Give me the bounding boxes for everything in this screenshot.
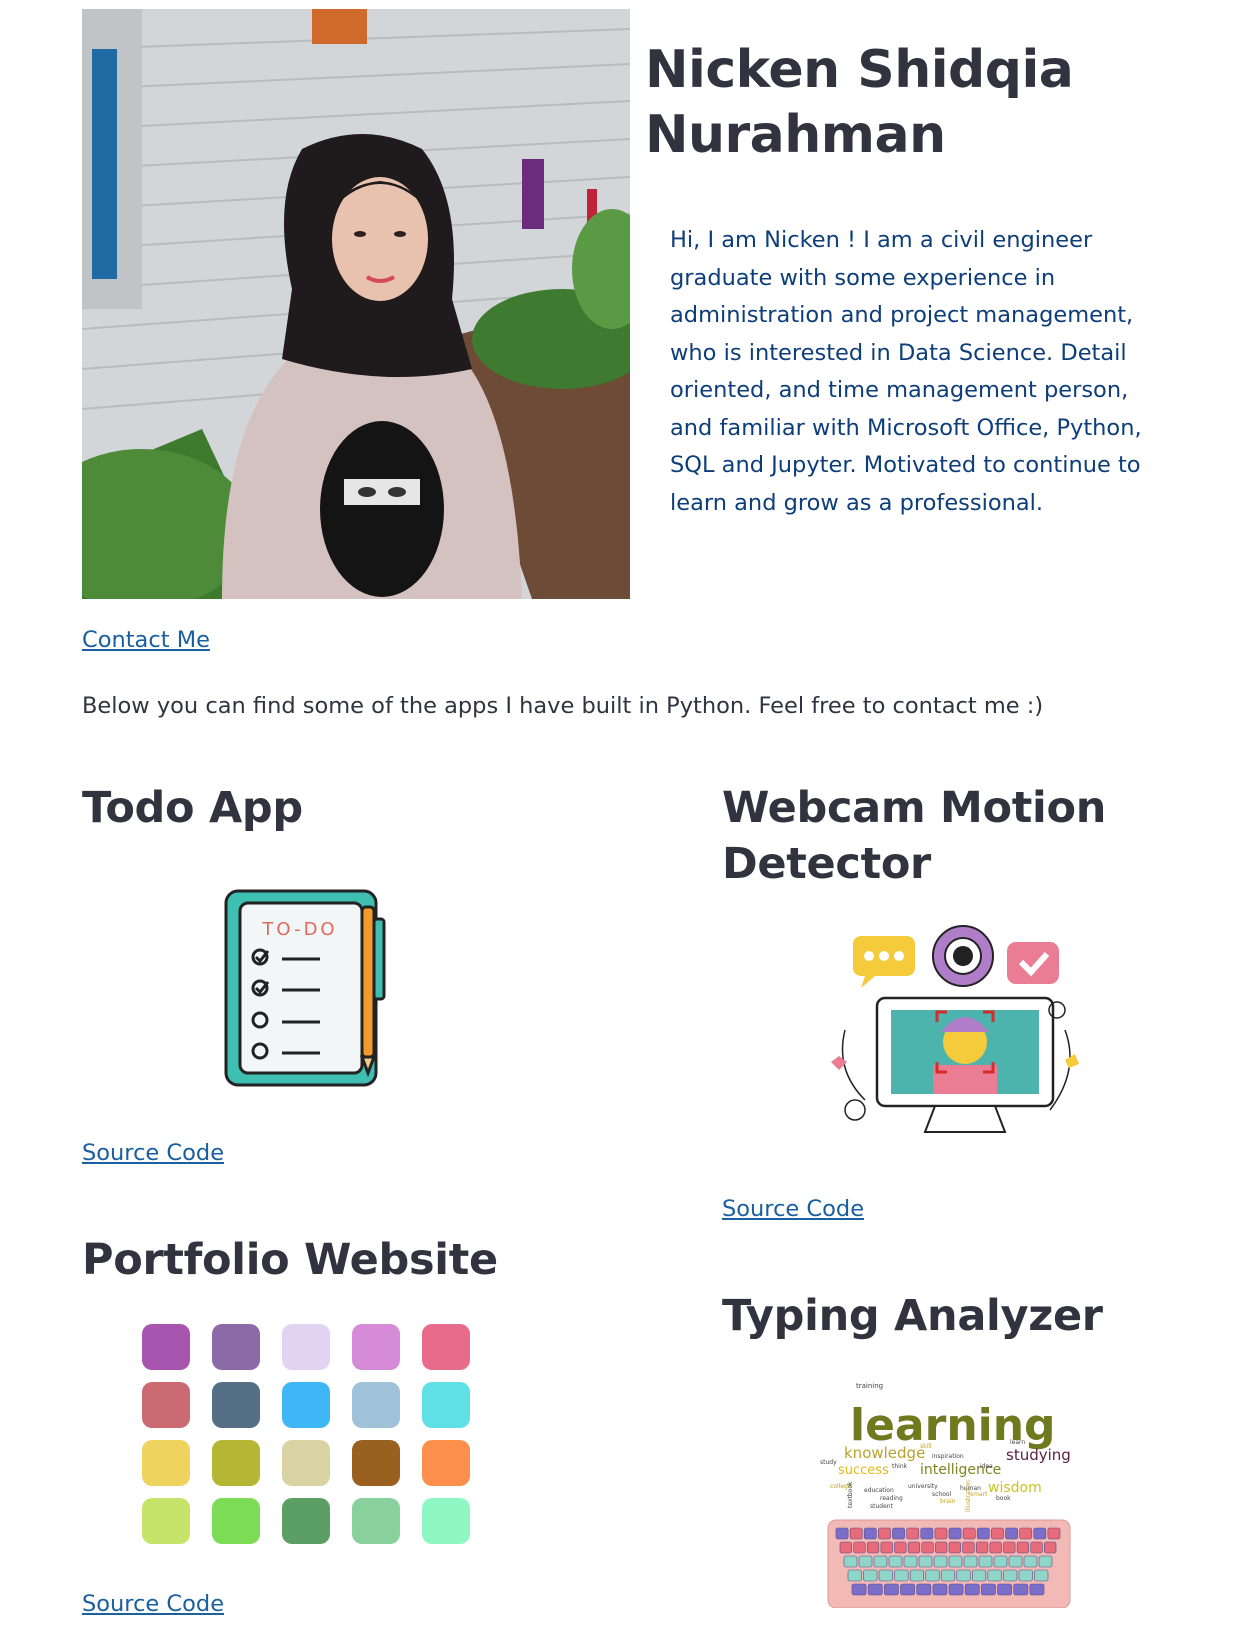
todo-label: TO-DO: [261, 919, 337, 940]
svg-text:inspiration: inspiration: [932, 1453, 964, 1460]
webcam-source-code-link[interactable]: Source Code: [722, 1196, 864, 1222]
palette-swatch: [422, 1498, 470, 1544]
profile-name: Nicken Shidqia Nurahman: [645, 40, 1074, 165]
word-cloud-keyboard-icon: learning training knowledge studying suc…: [820, 1378, 1080, 1612]
svg-text:smart: smart: [970, 1491, 988, 1498]
contact-me-link[interactable]: Contact Me: [82, 627, 210, 653]
svg-text:studying: studying: [1006, 1446, 1071, 1464]
palette-swatch: [352, 1498, 400, 1544]
palette-swatch: [212, 1324, 260, 1370]
palette-swatch: [212, 1382, 260, 1428]
palette-swatch: [142, 1498, 190, 1544]
app-title-todo: Todo App: [82, 783, 303, 833]
color-palette-icon: [140, 1322, 480, 1556]
palette-swatch: [422, 1324, 470, 1370]
palette-swatch: [142, 1324, 190, 1370]
svg-text:education: education: [864, 1487, 894, 1494]
svg-text:success: success: [838, 1463, 889, 1478]
svg-text:learn: learn: [1010, 1439, 1025, 1446]
palette-swatch: [422, 1382, 470, 1428]
palette-swatch: [352, 1382, 400, 1428]
profile-bio: Hi, I am Nicken ! I am a civil engineer …: [670, 227, 1142, 516]
palette-swatch: [142, 1382, 190, 1428]
svg-text:idea: idea: [980, 1463, 993, 1470]
palette-swatch: [282, 1440, 330, 1486]
svg-text:school: school: [932, 1491, 952, 1498]
intro-text: Below you can find some of the apps I ha…: [82, 693, 1044, 719]
todo-source-code-link[interactable]: Source Code: [82, 1140, 224, 1166]
profile-photo: [82, 9, 630, 599]
svg-text:wisdom: wisdom: [988, 1480, 1042, 1496]
palette-swatch: [352, 1440, 400, 1486]
palette-swatch: [282, 1382, 330, 1428]
palette-swatch: [282, 1498, 330, 1544]
todo-clipboard-icon: TO-DO: [220, 885, 395, 1094]
palette-swatch: [352, 1324, 400, 1370]
svg-text:think: think: [892, 1463, 908, 1470]
svg-text:student: student: [870, 1503, 894, 1510]
palette-swatch: [142, 1440, 190, 1486]
svg-text:brain: brain: [940, 1498, 956, 1505]
svg-text:illustration: illustration: [965, 1480, 972, 1512]
svg-text:book: book: [996, 1495, 1011, 1502]
webcam-monitor-icon: [825, 920, 1090, 1154]
svg-text:study: study: [820, 1459, 837, 1466]
palette-swatch: [282, 1324, 330, 1370]
app-title-portfolio: Portfolio Website: [82, 1235, 498, 1285]
portfolio-source-code-link[interactable]: Source Code: [82, 1591, 224, 1617]
svg-text:skill: skill: [920, 1443, 932, 1450]
svg-text:textbook: textbook: [847, 1481, 854, 1508]
palette-swatch: [212, 1440, 260, 1486]
app-title-webcam: Webcam Motion Detector: [722, 783, 1107, 889]
app-title-typing: Typing Analyzer: [722, 1291, 1103, 1341]
svg-text:training: training: [856, 1382, 883, 1390]
svg-text:knowledge: knowledge: [844, 1444, 925, 1462]
palette-swatch: [212, 1498, 260, 1544]
svg-text:university: university: [908, 1483, 938, 1490]
svg-text:reading: reading: [880, 1495, 903, 1502]
palette-swatch: [422, 1440, 470, 1486]
